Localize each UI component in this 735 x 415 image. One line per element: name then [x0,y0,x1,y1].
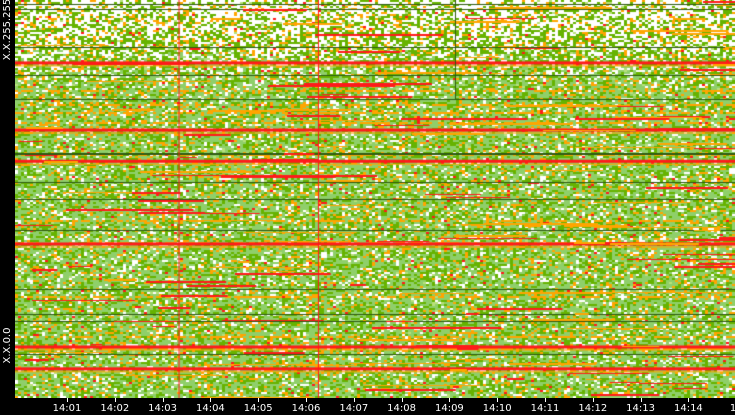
x-tick-label: 14:05 [243,403,273,414]
x-tick-label: 14:12 [578,403,608,414]
y-label-bottom: X.X.0.0 [2,327,13,364]
x-tick-label: 14:11 [530,403,560,414]
x-tick-label: 14:03 [148,403,177,414]
x-tick-label: 14:01 [52,403,82,414]
x-tick-label: 14 [729,403,735,414]
y-axis: X.X.255.255 X.X.0.0 [0,0,15,398]
x-tick-label: 14:14 [673,403,703,414]
x-tick-label: 14:13 [626,403,655,414]
y-label-top: X.X.255.255 [2,0,13,61]
x-tick-label: 14:06 [291,403,321,414]
x-tick-label: 14:08 [387,403,416,414]
x-tick-label: 14:07 [339,403,369,414]
x-axis: 14:01 14:02 14:03 14:04 14:05 14:06 14:07 14:08… [0,398,735,415]
x-tick-label: 14:10 [482,403,512,414]
heatmap-plot[interactable] [15,0,735,398]
x-tick-label: 14:02 [100,403,130,414]
x-tick-label: 14:04 [195,403,225,414]
x-tick-label: 14:09 [434,403,464,414]
